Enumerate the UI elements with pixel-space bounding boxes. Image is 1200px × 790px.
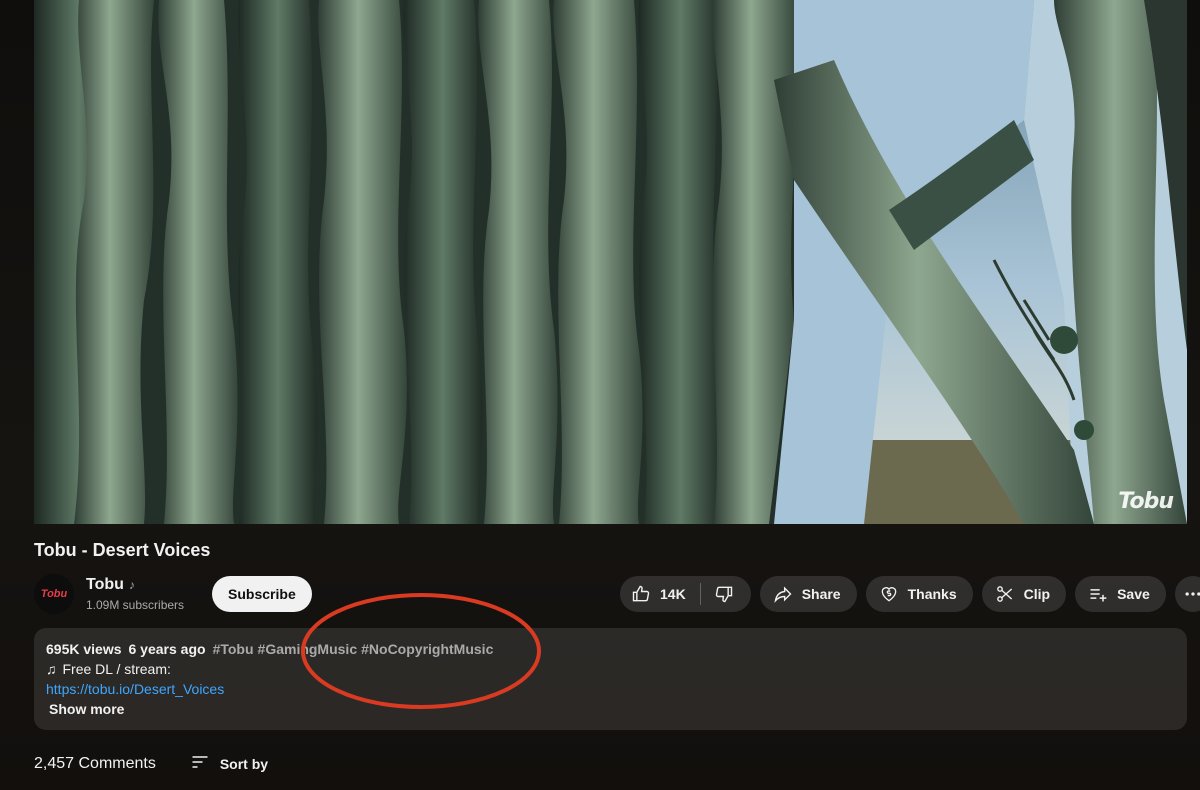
view-count: 695K views: [46, 641, 122, 657]
subscriber-count: 1.09M subscribers: [86, 598, 185, 612]
upload-age: 6 years ago: [128, 641, 206, 657]
action-bar: 14K Share Thanks Clip Save: [620, 576, 1200, 612]
share-arrow-icon: [772, 583, 794, 605]
description-box[interactable]: 695K views 6 years ago #Tobu #GamingMusi…: [34, 628, 1187, 730]
sort-label: Sort by: [219, 755, 269, 772]
thanks-label: Thanks: [907, 586, 957, 602]
scissors-icon: [994, 583, 1016, 605]
thanks-button[interactable]: Thanks: [865, 576, 973, 612]
like-count: 14K: [660, 586, 686, 602]
description-text-line: ♫ Free DL / stream:: [46, 661, 171, 677]
tobu-watermark: Tobu: [1118, 489, 1174, 514]
like-dislike-group: 14K: [620, 576, 751, 612]
hashtag-list: #Tobu #GamingMusic #NoCopyrightMusic: [213, 641, 494, 657]
music-note-icon: ♫: [46, 661, 57, 677]
share-button[interactable]: Share: [759, 576, 857, 612]
comments-header: 2,457 Comments Sort by: [34, 752, 268, 775]
save-label: Save: [1117, 586, 1150, 602]
video-title: Tobu - Desert Voices: [34, 540, 211, 560]
sort-icon: [190, 752, 210, 775]
like-button[interactable]: 14K: [620, 576, 700, 612]
comment-count: 2,457 Comments: [34, 754, 156, 772]
channel-avatar[interactable]: Tobu: [34, 574, 74, 614]
playlist-add-icon: [1087, 583, 1109, 605]
channel-info: Tobu ♪ 1.09M subscribers: [86, 576, 184, 612]
download-link[interactable]: https://tobu.io/Desert_Voices: [46, 681, 224, 697]
hashtag[interactable]: #GamingMusic: [258, 641, 358, 657]
channel-owner-row: Tobu Tobu ♪ 1.09M subscribers Subscribe: [34, 574, 312, 614]
clip-label: Clip: [1023, 586, 1051, 602]
video-player[interactable]: Tobu: [34, 0, 1187, 524]
hashtag[interactable]: #NoCopyrightMusic: [361, 641, 493, 657]
video-frame-cactus-image: [34, 0, 1187, 524]
more-actions-button[interactable]: [1174, 576, 1200, 612]
subscribe-button[interactable]: Subscribe: [212, 576, 312, 612]
thumbs-up-icon: [630, 583, 652, 605]
thumbs-down-icon: [713, 583, 735, 605]
clip-button[interactable]: Clip: [981, 576, 1067, 612]
channel-name[interactable]: Tobu: [86, 576, 124, 594]
avatar-logo-text: Tobu: [40, 588, 68, 600]
heart-dollar-icon: [878, 583, 900, 605]
dislike-button[interactable]: [701, 576, 751, 612]
music-note-icon: ♪: [128, 578, 135, 592]
sort-by-button[interactable]: Sort by: [190, 752, 268, 775]
description-meta: 695K views 6 years ago #Tobu #GamingMusi…: [46, 641, 493, 657]
description-text: Free DL / stream:: [62, 661, 171, 677]
hashtag[interactable]: #Tobu: [213, 641, 254, 657]
more-horizontal-icon: [1182, 583, 1200, 605]
share-label: Share: [801, 586, 841, 602]
show-more-button[interactable]: Show more: [49, 701, 124, 717]
channel-name-row: Tobu ♪: [86, 576, 184, 594]
save-button[interactable]: Save: [1075, 576, 1166, 612]
